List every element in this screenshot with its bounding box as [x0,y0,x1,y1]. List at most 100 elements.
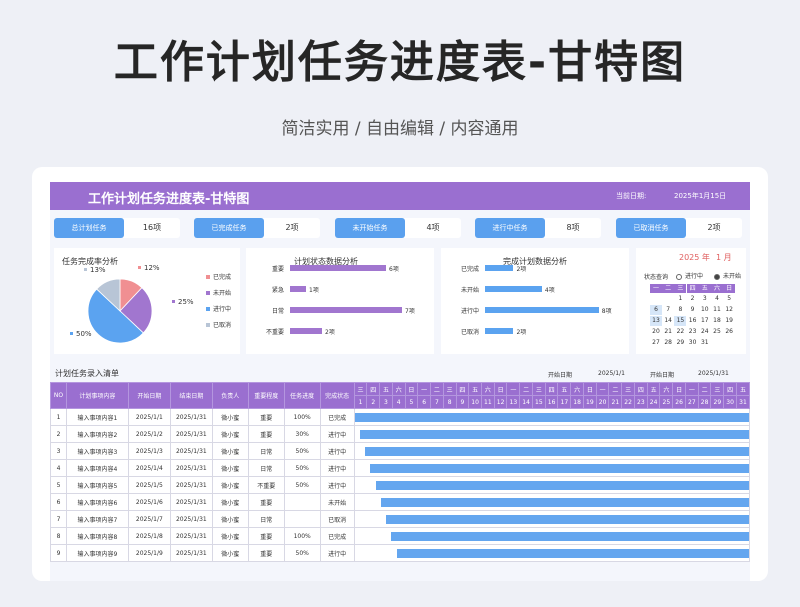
table-cell-status[interactable]: 已取消 [319,510,355,528]
table-cell-owner[interactable]: 微小蜜 [211,493,249,511]
calendar-day[interactable]: 7 [662,305,674,315]
table-cell-no[interactable]: 3 [50,442,67,460]
table-cell-start[interactable]: 2025/1/9 [127,544,171,562]
table-cell-content[interactable]: 输入事项内容5 [65,476,129,494]
calendar-day[interactable]: 13 [650,316,662,326]
table-cell-no[interactable]: 8 [50,527,67,545]
table-cell-no[interactable]: 7 [50,510,67,528]
table-cell-end[interactable]: 2025/1/31 [169,408,213,426]
calendar-year[interactable]: 2025 年 [679,252,710,263]
calendar-day[interactable]: 8 [674,305,686,315]
calendar-day[interactable]: 9 [687,305,699,315]
table-cell-progress[interactable]: 50% [283,442,321,460]
table-cell-content[interactable]: 输入事项内容1 [65,408,129,426]
table-cell-owner[interactable]: 微小蜜 [211,425,249,443]
gantt-bar[interactable] [370,464,749,473]
column-header[interactable]: 完成状态 [319,382,355,409]
calendar-day[interactable]: 20 [650,327,662,337]
column-header[interactable]: 任务进度 [283,382,321,409]
calendar-month[interactable]: 1 月 [716,252,732,263]
table-cell-progress[interactable]: 50% [283,544,321,562]
table-cell-end[interactable]: 2025/1/31 [169,544,213,562]
column-header[interactable]: 重要程度 [247,382,285,409]
calendar-day[interactable]: 28 [662,338,674,348]
calendar-day[interactable]: 23 [687,327,699,337]
table-cell-owner[interactable]: 微小蜜 [211,459,249,477]
table-cell-level[interactable]: 重要 [247,544,285,562]
calendar-day[interactable]: 12 [723,305,735,315]
radio-not-started[interactable]: 未开始 [714,271,741,280]
column-header[interactable]: 开始日期 [127,382,171,409]
table-cell-progress[interactable]: 100% [283,408,321,426]
table-cell-progress[interactable] [283,493,321,511]
gantt-bar[interactable] [380,498,749,507]
table-cell-progress[interactable] [283,510,321,528]
table-cell-owner[interactable]: 微小蜜 [211,442,249,460]
calendar-day[interactable]: 4 [711,294,723,304]
calendar-day[interactable]: 2 [687,294,699,304]
table-cell-status[interactable]: 已完成 [319,527,355,545]
table-cell-status[interactable]: 进行中 [319,459,355,477]
calendar-day[interactable]: 3 [699,294,711,304]
table-cell-content[interactable]: 输入事项内容3 [65,442,129,460]
gantt-bar[interactable] [359,430,749,439]
table-cell-owner[interactable]: 微小蜜 [211,527,249,545]
table-cell-content[interactable]: 输入事项内容2 [65,425,129,443]
table-cell-no[interactable]: 4 [50,459,67,477]
radio-in-progress[interactable]: 进行中 [676,271,703,280]
table-cell-status[interactable]: 未开始 [319,493,355,511]
gantt-bar[interactable] [386,515,749,524]
gantt-bar[interactable] [365,447,749,456]
gantt-bar[interactable] [375,481,749,490]
table-cell-start[interactable]: 2025/1/7 [127,510,171,528]
calendar-day[interactable]: 10 [699,305,711,315]
table-cell-start[interactable]: 2025/1/5 [127,476,171,494]
start-date-value[interactable]: 2025/1/1 [598,370,625,377]
table-cell-owner[interactable]: 微小蜜 [211,544,249,562]
table-cell-level[interactable]: 不重要 [247,476,285,494]
calendar-day[interactable]: 14 [662,316,674,326]
table-cell-progress[interactable]: 100% [283,527,321,545]
table-cell-no[interactable]: 1 [50,408,67,426]
calendar-day[interactable]: 25 [711,327,723,337]
calendar-day[interactable]: 30 [687,338,699,348]
end-date-value[interactable]: 2025/1/31 [698,370,729,377]
calendar-day[interactable]: 19 [723,316,735,326]
table-cell-status[interactable]: 进行中 [319,476,355,494]
column-header[interactable]: 结束日期 [169,382,213,409]
table-cell-no[interactable]: 6 [50,493,67,511]
calendar-day[interactable]: 1 [674,294,686,304]
calendar-day[interactable]: 21 [662,327,674,337]
table-cell-progress[interactable]: 50% [283,476,321,494]
calendar-day[interactable]: 26 [723,327,735,337]
calendar-day[interactable]: 17 [699,316,711,326]
calendar-day[interactable]: 31 [699,338,711,348]
column-header[interactable]: 负责人 [211,382,249,409]
table-cell-end[interactable]: 2025/1/31 [169,459,213,477]
table-cell-content[interactable]: 输入事项内容4 [65,459,129,477]
table-cell-progress[interactable]: 50% [283,459,321,477]
table-cell-progress[interactable]: 30% [283,425,321,443]
table-cell-status[interactable]: 已完成 [319,408,355,426]
calendar-day[interactable]: 18 [711,316,723,326]
table-cell-content[interactable]: 输入事项内容8 [65,527,129,545]
gantt-bar[interactable] [391,532,749,541]
table-cell-end[interactable]: 2025/1/31 [169,425,213,443]
table-cell-end[interactable]: 2025/1/31 [169,442,213,460]
table-cell-start[interactable]: 2025/1/6 [127,493,171,511]
table-cell-level[interactable]: 重要 [247,493,285,511]
table-cell-no[interactable]: 9 [50,544,67,562]
table-cell-no[interactable]: 5 [50,476,67,494]
table-cell-level[interactable]: 重要 [247,425,285,443]
column-header[interactable]: 计划事项内容 [65,382,129,409]
table-cell-status[interactable]: 进行中 [319,425,355,443]
calendar-day[interactable]: 27 [650,338,662,348]
calendar-day[interactable]: 22 [674,327,686,337]
table-cell-owner[interactable]: 微小蜜 [211,408,249,426]
table-cell-level[interactable]: 重要 [247,408,285,426]
table-cell-content[interactable]: 输入事项内容6 [65,493,129,511]
table-cell-status[interactable]: 进行中 [319,442,355,460]
gantt-bar[interactable] [355,413,749,422]
calendar-day[interactable]: 16 [687,316,699,326]
table-cell-start[interactable]: 2025/1/4 [127,459,171,477]
